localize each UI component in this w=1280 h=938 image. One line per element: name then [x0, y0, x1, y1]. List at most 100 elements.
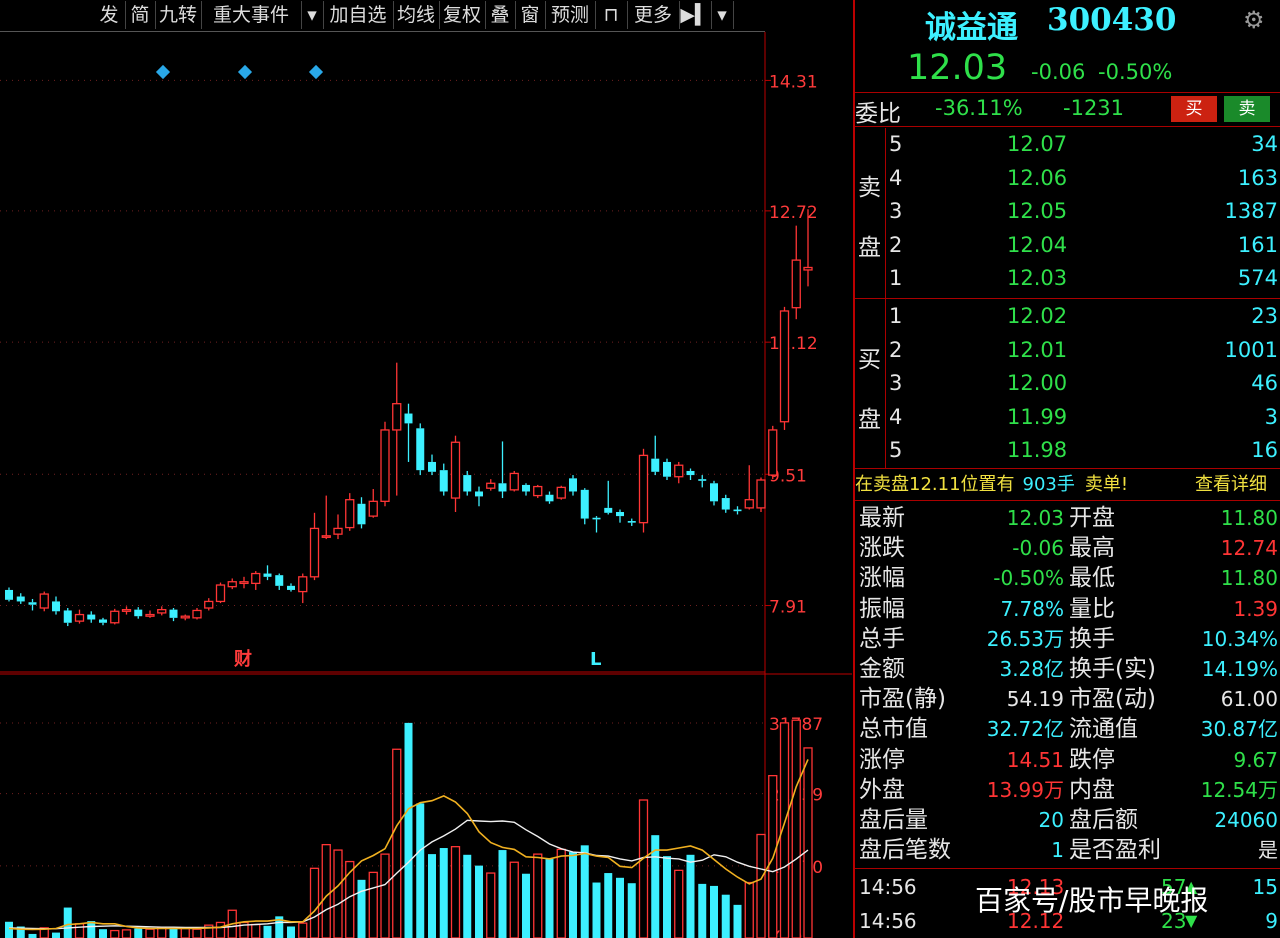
stat-value: 24060	[1214, 808, 1278, 832]
order-row[interactable]: 1 12.03 574	[855, 262, 1280, 295]
volume-bar	[592, 882, 601, 938]
stat-value: 61.00	[1220, 687, 1278, 712]
toolbar-item-5[interactable]: 加自选	[323, 1, 394, 29]
order-row[interactable]: 2 12.01 1001	[855, 334, 1280, 367]
toolbar-item-11[interactable]: ⊓	[595, 1, 628, 29]
event-marker[interactable]: 财	[234, 648, 252, 670]
toolbar-item-14[interactable]: ▾	[711, 1, 734, 29]
order-row[interactable]: 3 12.05 1387	[855, 195, 1280, 228]
sell-button[interactable]: 卖	[1224, 96, 1270, 122]
candle-body	[604, 507, 613, 513]
candle	[16, 593, 25, 604]
gear-icon[interactable]: ⚙	[1243, 6, 1265, 34]
toolbar-item-0[interactable]: 发	[93, 1, 126, 29]
candle	[287, 583, 295, 592]
order-level: 3	[889, 371, 903, 396]
candle	[333, 514, 343, 540]
volume-bar	[569, 852, 577, 938]
stat-label: 金额	[859, 656, 905, 682]
candle-body	[145, 613, 155, 617]
tick-time: 14:56	[859, 909, 917, 933]
volume-bar	[74, 923, 85, 938]
event-diamond-icon[interactable]	[308, 64, 324, 80]
volume-bar	[721, 894, 730, 938]
candle-body	[63, 610, 72, 623]
stat-label: 量比	[1069, 595, 1115, 622]
volume-bar	[380, 853, 390, 938]
order-row[interactable]: 3 12.00 46	[855, 367, 1280, 400]
order-row[interactable]: 1 12.02 23	[855, 300, 1280, 333]
buy-button[interactable]: 买	[1171, 96, 1217, 122]
candle	[52, 596, 60, 615]
stat-value: 是	[1258, 838, 1278, 863]
price-change: -0.06	[1031, 60, 1086, 84]
stat-row: 涨跌 -0.06 最高 12.74	[855, 533, 1280, 563]
candle-body	[134, 609, 143, 617]
volume-bar	[416, 803, 425, 938]
stat-label: 总手	[859, 625, 905, 652]
kline-chart[interactable]: 14.3112.7211.129.517.91317872133910670X1…	[0, 32, 852, 938]
event-marker[interactable]: L	[590, 649, 601, 670]
stat-label: 流通值	[1069, 716, 1138, 743]
toolbar-item-1[interactable]: 简	[125, 1, 156, 29]
candle	[74, 609, 85, 624]
stat-value: 3.28亿	[999, 657, 1064, 681]
order-level: 2	[889, 337, 903, 362]
toolbar-item-4[interactable]: ▾	[301, 1, 324, 29]
candle	[87, 611, 96, 623]
candle	[698, 475, 707, 488]
candle	[28, 598, 37, 611]
candle	[450, 435, 461, 512]
volume-bar	[791, 719, 801, 938]
volume-bar	[110, 929, 120, 938]
toolbar-item-2[interactable]: 九转	[155, 1, 202, 29]
candle-body	[803, 266, 813, 271]
weibi-label: 委比	[855, 101, 901, 127]
toolbar-item-9[interactable]: 窗	[515, 1, 546, 29]
order-volume: 16	[1251, 438, 1278, 463]
order-row[interactable]: 4 12.06 163	[855, 162, 1280, 195]
volume-bar	[638, 799, 649, 938]
stat-value: 14.51	[1006, 747, 1064, 772]
candle	[134, 607, 143, 619]
order-row[interactable]: 4 11.99 3	[855, 401, 1280, 434]
order-row[interactable]: 2 12.04 161	[855, 229, 1280, 262]
candle	[791, 225, 801, 320]
candle	[169, 608, 178, 622]
order-row[interactable]: 5 11.98 16	[855, 434, 1280, 467]
candle-body	[674, 464, 684, 478]
volume-bar	[333, 849, 343, 938]
stat-value: -0.06	[1012, 536, 1064, 561]
order-notice[interactable]: 在卖盘12.11位置有 903手 卖单!	[855, 472, 1128, 498]
toolbar-item-13[interactable]: ▶▍	[679, 1, 712, 29]
toolbar-item-3[interactable]: 重大事件	[201, 1, 302, 29]
candle-body	[756, 479, 766, 509]
toolbar-item-8[interactable]: 叠	[485, 1, 516, 29]
candle-body	[404, 413, 413, 424]
order-volume: 1387	[1224, 199, 1278, 224]
stat-label: 涨跌	[859, 535, 905, 562]
tick-count: 9	[1265, 909, 1278, 933]
candle	[545, 491, 554, 504]
stat-row: 市盈(静) 54.19 市盈(动) 61.00	[855, 684, 1280, 714]
view-detail-link[interactable]: 查看详细	[1195, 472, 1267, 498]
order-price: 12.03	[1007, 266, 1068, 291]
order-price: 11.98	[1007, 438, 1068, 463]
candle	[227, 578, 237, 590]
toolbar-item-12[interactable]: 更多	[627, 1, 680, 29]
order-volume: 161	[1237, 232, 1278, 257]
candle	[533, 484, 543, 499]
volume-bar	[698, 883, 707, 938]
toolbar-item-10[interactable]: 预测	[545, 1, 596, 29]
candle	[580, 488, 589, 525]
event-diamond-icon[interactable]	[155, 64, 171, 80]
toolbar-item-7[interactable]: 复权	[439, 1, 486, 29]
toolbar-item-6[interactable]: 均线	[393, 1, 440, 29]
candle	[99, 617, 107, 626]
event-diamond-icon[interactable]	[237, 64, 253, 80]
volume-bar	[215, 921, 226, 938]
order-row[interactable]: 5 12.07 34	[855, 128, 1280, 161]
order-level: 5	[889, 438, 903, 463]
stat-label: 换手(实)	[1069, 656, 1156, 682]
order-level: 4	[889, 404, 903, 429]
